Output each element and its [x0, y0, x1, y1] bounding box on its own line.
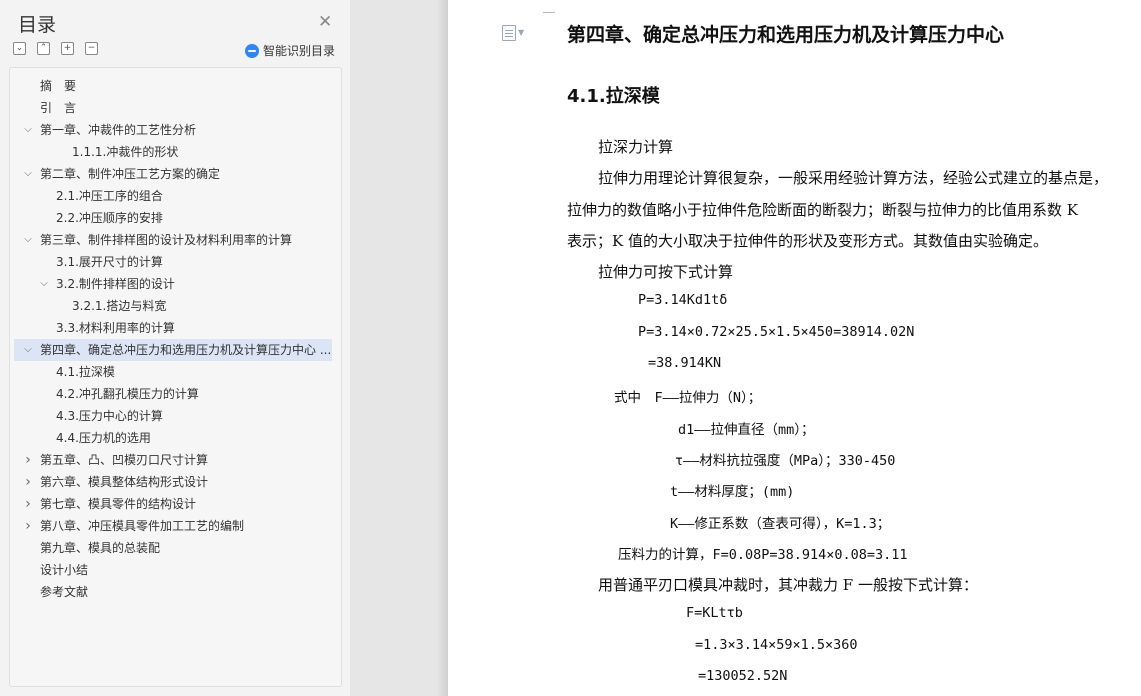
- document-line: =130052.52N: [698, 668, 788, 684]
- toc-item-label: 第一章、冲裁件的工艺性分析: [40, 123, 197, 137]
- chevron-down-icon[interactable]: ⌵: [22, 229, 34, 251]
- pane-divider: [350, 0, 448, 696]
- toc-item-label: 3.1.展开尺寸的计算: [56, 255, 163, 269]
- toc-item-label: 第九章、模具的总装配: [40, 541, 161, 555]
- toc-item[interactable]: 3.2.1.搭边与料宽: [14, 295, 332, 317]
- toc-item[interactable]: 摘 要: [14, 75, 332, 97]
- toc-item[interactable]: › 第七章、模具零件的结构设计: [14, 493, 332, 515]
- chevron-down-icon[interactable]: ⌵: [22, 339, 34, 361]
- section-title: 4.1.拉深模: [567, 86, 660, 107]
- document-line: 压料力的计算，F=0.08P=38.914×0.08=3.11: [618, 547, 908, 563]
- toc-item[interactable]: › 第八章、冲压模具零件加工工艺的编制: [14, 515, 332, 537]
- toc-item[interactable]: › 第六章、模具整体结构形式设计: [14, 471, 332, 493]
- toc-item[interactable]: ⌵ 3.2.制件排样图的设计: [14, 273, 332, 295]
- document-line: 式中 F——拉伸力（N）；: [614, 390, 762, 406]
- toc-item[interactable]: 2.2.冲压顺序的安排: [14, 207, 332, 229]
- toc-toolbar: ⌄ ⌃ + −: [13, 42, 98, 55]
- document-line: 拉深力计算: [598, 138, 674, 156]
- toc-item-label: 3.2.制件排样图的设计: [56, 277, 175, 291]
- document-line: τ——材料抗拉强度（MPa）；330-450: [675, 453, 896, 469]
- toc-item[interactable]: 4.2.冲孔翻孔模压力的计算: [14, 383, 332, 405]
- add-heading-icon[interactable]: +: [61, 42, 74, 55]
- toc-item-label: 第七章、模具零件的结构设计: [40, 497, 197, 511]
- document-line: P=3.14Kd1tδ: [638, 292, 728, 308]
- toc-item-label: 3.3.材料利用率的计算: [56, 321, 175, 335]
- toc-item-label: 设计小结: [40, 563, 89, 577]
- toc-pane: 目录 ✕ ⌄ ⌃ + − 智能识别目录 摘 要引 言 ⌵ 第一章、冲裁件的工艺性分析…: [0, 0, 350, 696]
- toc-item[interactable]: 设计小结: [14, 559, 332, 581]
- toc-item-label: 1.1.1.冲裁件的形状: [72, 145, 179, 159]
- toc-item-label: 4.3.压力中心的计算: [56, 409, 163, 423]
- smart-toc-button[interactable]: 智能识别目录: [245, 42, 335, 59]
- chevron-down-icon[interactable]: ⌵: [38, 273, 50, 295]
- toc-item-label: 2.1.冲压工序的组合: [56, 189, 163, 203]
- document-line: K——修正系数（查表可得），K=1.3；: [670, 516, 891, 532]
- document-line: 拉伸力用理论计算很复杂，一般采用经验计算方法，经验公式建立的基点是，: [598, 169, 1109, 187]
- chevron-right-icon[interactable]: ›: [22, 471, 34, 493]
- toc-item-label: 第八章、冲压模具零件加工工艺的编制: [40, 519, 245, 533]
- remove-heading-icon[interactable]: −: [85, 42, 98, 55]
- toc-item[interactable]: 第九章、模具的总装配: [14, 537, 332, 559]
- toc-item[interactable]: 3.3.材料利用率的计算: [14, 317, 332, 339]
- chapter-title: 第四章、确定总冲压力和选用压力机及计算压力中心: [567, 24, 1005, 46]
- toc-item-label: 第五章、凸、凹模刃口尺寸计算: [40, 453, 209, 467]
- document-line: 表示；K 值的大小取决于拉伸件的形状及变形方式。其数值由实验确定。: [567, 232, 1048, 250]
- toc-item-label: 参考文献: [40, 585, 89, 599]
- toc-item[interactable]: › 第五章、凸、凹模刃口尺寸计算: [14, 449, 332, 471]
- toc-item-label: 引 言: [40, 101, 77, 115]
- document-line: 拉伸力可按下式计算: [598, 263, 734, 281]
- document-line: t——材料厚度；(mm): [670, 484, 795, 500]
- toc-item[interactable]: ⌵ 第二章、制件冲压工艺方案的确定: [14, 163, 332, 185]
- toc-title: 目录: [18, 14, 57, 36]
- document-line: 拉伸力的数值略小于拉伸件危险断面的断裂力；断裂与拉伸力的比值用系数 K: [567, 201, 1078, 219]
- toc-item-label: 第四章、确定总冲压力和选用压力机及计算压力中心 ...: [40, 343, 332, 357]
- document-line: =38.914KN: [648, 355, 722, 371]
- toc-item[interactable]: 引 言: [14, 97, 332, 119]
- toc-item[interactable]: ⌵ 第四章、确定总冲压力和选用压力机及计算压力中心 ...: [14, 339, 332, 361]
- toc-item[interactable]: 4.1.拉深模: [14, 361, 332, 383]
- document-line: P=3.14×0.72×25.5×1.5×450=38914.02N: [638, 324, 915, 340]
- collapse-all-icon[interactable]: ⌄: [13, 42, 26, 55]
- chevron-down-icon[interactable]: ⌵: [22, 119, 34, 141]
- chevron-down-icon[interactable]: ⌵: [22, 163, 34, 185]
- chevron-right-icon[interactable]: ›: [22, 493, 34, 515]
- document-line: 用普通平刃口模具冲裁时，其冲裁力 F 一般按下式计算：: [598, 576, 978, 594]
- toc-item[interactable]: 2.1.冲压工序的组合: [14, 185, 332, 207]
- smart-toc-label: 智能识别目录: [263, 44, 336, 58]
- toc-item-label: 2.2.冲压顺序的安排: [56, 211, 163, 225]
- toc-item-label: 第二章、制件冲压工艺方案的确定: [40, 167, 221, 181]
- toc-item-label: 摘 要: [40, 79, 77, 93]
- toc-list: 摘 要引 言 ⌵ 第一章、冲裁件的工艺性分析 1.1.1.冲裁件的形状 ⌵ 第二章、制件冲…: [9, 67, 342, 687]
- toc-item-label: 4.2.冲孔翻孔模压力的计算: [56, 387, 199, 401]
- toc-item[interactable]: 参考文献: [14, 581, 332, 603]
- document-line: d1——拉伸直径（mm）；: [678, 422, 815, 438]
- toc-item-label: 4.4.压力机的选用: [56, 431, 151, 445]
- toc-item-label: 第六章、模具整体结构形式设计: [40, 475, 209, 489]
- page-corner-mark: [543, 0, 555, 13]
- document-line: =1.3×3.14×59×1.5×360: [695, 637, 858, 653]
- toc-item[interactable]: 4.4.压力机的选用: [14, 427, 332, 449]
- toc-item[interactable]: 4.3.压力中心的计算: [14, 405, 332, 427]
- toc-item[interactable]: ⌵ 第一章、冲裁件的工艺性分析: [14, 119, 332, 141]
- toc-item[interactable]: 1.1.1.冲裁件的形状: [14, 141, 332, 163]
- chevron-right-icon[interactable]: ›: [22, 449, 34, 471]
- toc-item[interactable]: 3.1.展开尺寸的计算: [14, 251, 332, 273]
- document-line: F=KLtτb: [686, 605, 743, 621]
- expand-all-icon[interactable]: ⌃: [37, 42, 50, 55]
- chevron-right-icon[interactable]: ›: [22, 515, 34, 537]
- toc-item-label: 3.2.1.搭边与料宽: [72, 299, 167, 313]
- toc-item-label: 4.1.拉深模: [56, 365, 115, 379]
- document-icon[interactable]: [502, 25, 516, 41]
- chevron-down-icon[interactable]: ▼: [518, 28, 524, 37]
- toc-item-label: 第三章、制件排样图的设计及材料利用率的计算: [40, 233, 293, 247]
- smart-recognize-icon: [245, 43, 259, 58]
- toc-item[interactable]: ⌵ 第三章、制件排样图的设计及材料利用率的计算: [14, 229, 332, 251]
- close-icon[interactable]: ✕: [318, 12, 332, 32]
